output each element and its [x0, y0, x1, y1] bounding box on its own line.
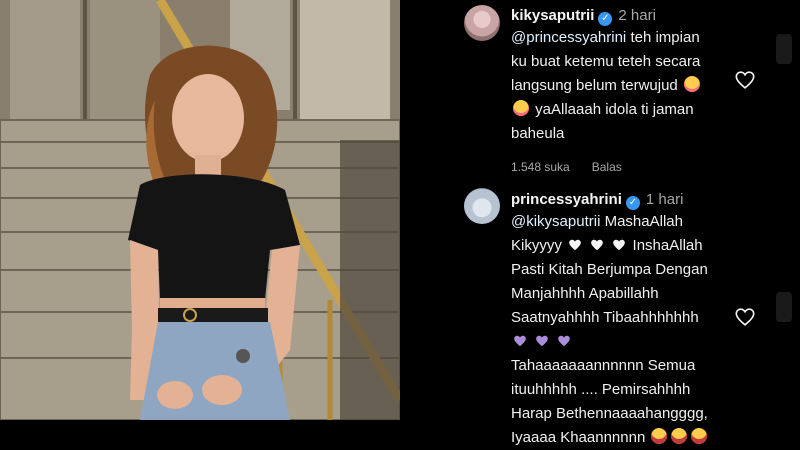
verified-badge-icon: ✓ — [625, 196, 640, 210]
scroll-hint — [776, 292, 792, 322]
username[interactable]: kikysaputrii — [511, 7, 594, 24]
text-line: baheula — [511, 125, 565, 142]
text-line: MashaAllah — [600, 213, 683, 230]
comment-body: princessyahrini ✓ 1 hari @kikysaputrii Mas… — [511, 190, 743, 450]
text-line: Saatnyahhhh Tibaahhhhhhh — [511, 309, 699, 326]
like-count[interactable]: 1.548 suka — [511, 160, 570, 174]
grinning-face-emoji — [691, 428, 708, 444]
reply-button[interactable]: Balas — [592, 160, 622, 174]
comments-panel: kikysaputrii ✓ 2 hari @princessyahrini teh… — [400, 0, 800, 446]
white-heart-emoji — [591, 239, 604, 251]
text-line: InshaAllah — [632, 237, 703, 254]
purple-heart-emoji — [558, 335, 571, 347]
text-line: yaAllaaah idola ti jaman — [531, 101, 694, 118]
crying-face-emoji — [513, 100, 529, 116]
timestamp: 2 hari — [618, 7, 656, 24]
avatar[interactable] — [464, 5, 500, 41]
avatar[interactable] — [464, 188, 500, 224]
comment-body: kikysaputrii ✓ 2 hari @princessyahrini teh… — [511, 6, 743, 174]
crying-face-emoji — [683, 76, 700, 92]
comment-header: kikysaputrii ✓ 2 hari — [511, 6, 743, 26]
comment-header: princessyahrini ✓ 1 hari — [511, 190, 743, 210]
mention-link[interactable]: @princessyahrini — [511, 29, 626, 46]
text-line: Kikyyyy — [511, 237, 567, 254]
text-line: langsung belum terwujud — [511, 77, 678, 94]
username[interactable]: princessyahrini — [511, 191, 622, 208]
white-heart-emoji — [613, 239, 626, 251]
grinning-face-emoji — [671, 428, 688, 444]
heart-outline-icon[interactable] — [734, 69, 756, 91]
post-photo — [0, 0, 400, 420]
scroll-hint — [776, 34, 792, 64]
heart-outline-icon[interactable] — [734, 306, 756, 328]
photo-illustration — [0, 0, 400, 420]
comment-text: @princessyahrini teh impian ku buat kete… — [511, 26, 743, 146]
emoji-line — [511, 330, 743, 354]
timestamp: 1 hari — [645, 191, 684, 208]
grinning-face-emoji — [651, 428, 668, 444]
verified-badge-icon: ✓ — [598, 12, 613, 26]
comment-text: @kikysaputrii MashaAllah Kikyyyy InshaAl… — [511, 210, 743, 450]
purple-heart-emoji — [514, 335, 526, 347]
purple-heart-emoji — [536, 335, 549, 347]
text-line: Iyaaaa Khaannnnnn — [511, 429, 646, 446]
text-line: ku buat ketemu teteh secara — [511, 53, 701, 70]
text-line: ituuhhhhh .... Pemirsahhhh — [511, 381, 691, 398]
white-heart-emoji — [569, 239, 581, 251]
mention-link[interactable]: @kikysaputrii — [511, 213, 600, 230]
text-line: teh impian — [626, 29, 700, 46]
text-line: Tahaaaaaaannnnnn Semua — [511, 357, 696, 374]
text-line: Manjahhhh Apabillahh — [511, 285, 659, 302]
comment-meta: 1.548 suka Balas — [511, 160, 743, 174]
text-line: Pasti Kitah Berjumpa Dengan — [511, 261, 708, 278]
text-line: Harap Bethennaaaahangggg, — [511, 405, 708, 422]
